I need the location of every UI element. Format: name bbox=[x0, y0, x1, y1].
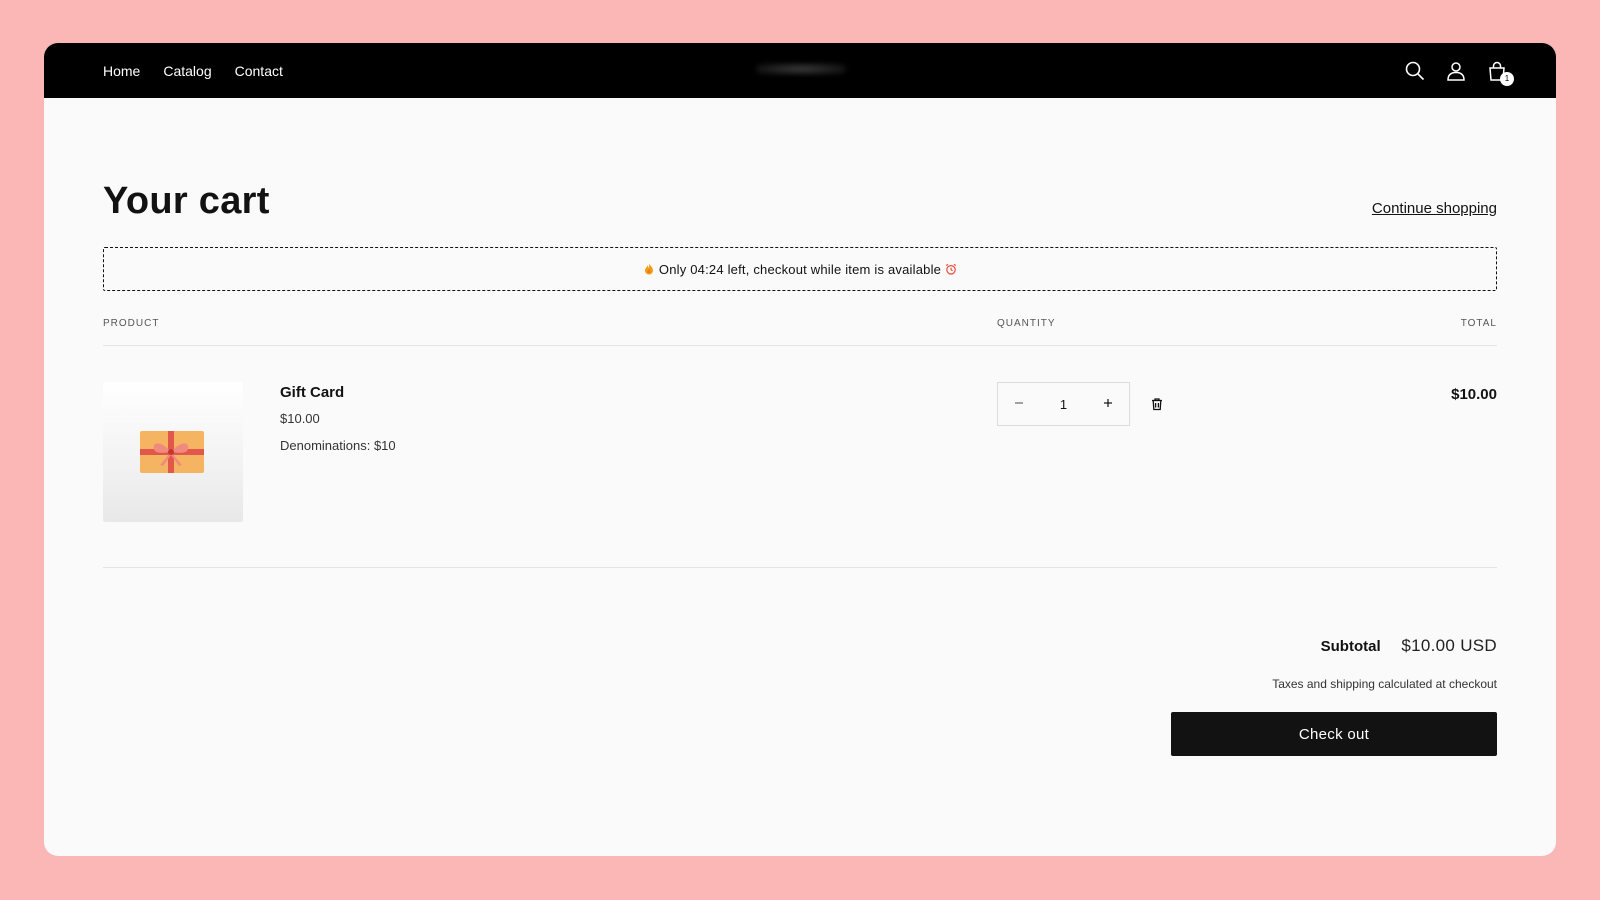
cart-table-header: PRODUCT QUANTITY TOTAL bbox=[103, 318, 1497, 346]
subtotal-line: Subtotal $10.00 USD bbox=[103, 636, 1497, 656]
store-logo[interactable] bbox=[756, 63, 846, 75]
header-quantity: QUANTITY bbox=[997, 318, 1056, 329]
product-image[interactable] bbox=[103, 382, 243, 522]
nav-link-contact[interactable]: Contact bbox=[235, 63, 283, 79]
increase-quantity-button[interactable] bbox=[1095, 391, 1121, 417]
quantity-stepper bbox=[997, 382, 1130, 426]
flame-icon bbox=[643, 263, 655, 275]
quantity-input[interactable] bbox=[1043, 396, 1084, 412]
nav-link-home[interactable]: Home bbox=[103, 63, 140, 79]
product-option: Denominations: $10 bbox=[280, 438, 396, 453]
nav-icons: 1 bbox=[1404, 43, 1514, 98]
timer-banner: Only 04:24 left, checkout while item is … bbox=[103, 247, 1497, 291]
cart-summary: Subtotal $10.00 USD Taxes and shipping c… bbox=[103, 636, 1497, 756]
product-info: Gift Card $10.00 Denominations: $10 bbox=[280, 382, 396, 567]
nav-links: Home Catalog Contact bbox=[103, 63, 283, 79]
title-row: Your cart Continue shopping bbox=[103, 180, 1497, 223]
navbar: Home Catalog Contact 1 bbox=[44, 43, 1556, 98]
account-icon[interactable] bbox=[1445, 60, 1467, 82]
gift-card-icon bbox=[140, 431, 204, 473]
page-title: Your cart bbox=[103, 180, 270, 222]
minus-icon bbox=[1015, 402, 1023, 404]
timer-text: Only 04:24 left, checkout while item is … bbox=[658, 261, 942, 277]
nav-link-catalog[interactable]: Catalog bbox=[163, 63, 211, 79]
trash-icon bbox=[1152, 398, 1162, 411]
cart-item-row: Gift Card $10.00 Denominations: $10 1 $1… bbox=[103, 346, 1497, 568]
store-window: Home Catalog Contact 1 Your cart Continu… bbox=[44, 43, 1556, 856]
alarm-clock-icon bbox=[945, 263, 957, 275]
subtotal-value: $10.00 USD bbox=[1401, 636, 1497, 655]
cart-icon[interactable]: 1 bbox=[1486, 60, 1514, 86]
header-total: TOTAL bbox=[1460, 318, 1497, 329]
cart-count-badge: 1 bbox=[1500, 71, 1514, 86]
search-icon[interactable] bbox=[1404, 60, 1426, 82]
tax-note: Taxes and shipping calculated at checkou… bbox=[1272, 677, 1497, 691]
product-name[interactable]: Gift Card bbox=[280, 384, 396, 401]
product-price: $10.00 bbox=[280, 411, 320, 426]
plus-icon bbox=[1104, 399, 1112, 407]
decrease-quantity-button[interactable] bbox=[1006, 391, 1032, 417]
header-product: PRODUCT bbox=[103, 318, 160, 329]
cart-content: Your cart Continue shopping Only 04:24 l… bbox=[44, 180, 1556, 756]
subtotal-label: Subtotal bbox=[1320, 638, 1381, 655]
continue-shopping-link[interactable]: Continue shopping bbox=[1372, 200, 1497, 217]
line-total: $10.00 bbox=[1451, 386, 1497, 403]
remove-item-button[interactable] bbox=[1149, 397, 1165, 413]
checkout-button[interactable]: Check out bbox=[1171, 712, 1497, 756]
